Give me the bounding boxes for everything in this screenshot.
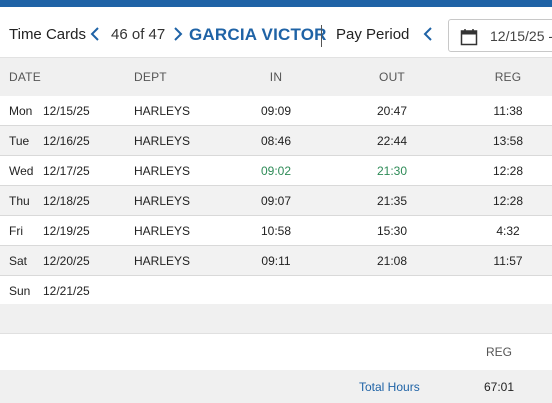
table-spacer bbox=[0, 304, 552, 334]
row-out-time: 20:47 bbox=[376, 104, 408, 118]
row-out-time: 22:44 bbox=[376, 134, 408, 148]
row-out-time: 21:35 bbox=[376, 194, 408, 208]
row-reg-hours: 13:58 bbox=[492, 134, 524, 148]
row-in-time: 09:11 bbox=[261, 254, 291, 268]
row-day: Sat bbox=[9, 254, 28, 268]
total-hours-value: 67:01 bbox=[483, 380, 515, 394]
timecard-rows: Mon 12/15/25 HARLEYS 09:09 20:47 11:38 T… bbox=[0, 96, 552, 306]
row-dept: HARLEYS bbox=[134, 164, 191, 178]
pay-period-label: Pay Period bbox=[336, 26, 410, 43]
next-record-button[interactable] bbox=[170, 24, 186, 44]
pay-period-date-picker[interactable]: 12/15/25 - bbox=[448, 19, 552, 52]
chevron-right-icon bbox=[174, 27, 183, 41]
table-row[interactable]: Wed 12/17/25 HARLEYS 09:02 21:30 12:28 bbox=[0, 156, 552, 186]
row-in-time: 10:58 bbox=[260, 224, 292, 238]
table-row[interactable]: Tue 12/16/25 HARLEYS 08:46 22:44 13:58 bbox=[0, 126, 552, 156]
row-dept: HARLEYS bbox=[134, 104, 191, 118]
row-day: Sun bbox=[9, 284, 31, 298]
row-date: 12/19/25 bbox=[43, 224, 90, 238]
row-reg-hours: 11:38 bbox=[493, 104, 523, 118]
row-dept: HARLEYS bbox=[134, 194, 191, 208]
table-row[interactable]: Sun 12/21/25 bbox=[0, 276, 552, 306]
row-date: 12/16/25 bbox=[43, 134, 90, 148]
totals-header: REG bbox=[0, 334, 552, 370]
top-accent-bar bbox=[0, 0, 552, 7]
totals-column-label: REG bbox=[485, 345, 512, 359]
table-column-header: DATE DEPT IN OUT REG bbox=[0, 57, 552, 96]
row-day: Fri bbox=[9, 224, 23, 238]
employee-name-link[interactable]: GARCIA VICTOR bbox=[189, 25, 327, 45]
record-counter: 46 of 47 bbox=[111, 26, 166, 43]
row-reg-hours: 4:32 bbox=[496, 224, 520, 238]
row-day: Tue bbox=[9, 134, 30, 148]
row-date: 12/15/25 bbox=[43, 104, 90, 118]
total-hours-label: Total Hours bbox=[359, 380, 420, 394]
row-date: 12/17/25 bbox=[43, 164, 90, 178]
column-header-out: OUT bbox=[379, 70, 405, 84]
row-in-time: 09:02 bbox=[260, 164, 292, 178]
row-reg-hours: 11:57 bbox=[493, 254, 523, 268]
row-in-time: 09:09 bbox=[260, 104, 292, 118]
calendar-icon bbox=[460, 29, 478, 46]
table-row[interactable]: Mon 12/15/25 HARLEYS 09:09 20:47 11:38 bbox=[0, 96, 552, 126]
table-row[interactable]: Thu 12/18/25 HARLEYS 09:07 21:35 12:28 bbox=[0, 186, 552, 216]
row-out-time: 21:08 bbox=[376, 254, 408, 268]
row-day: Mon bbox=[9, 104, 33, 118]
column-header-dept: DEPT bbox=[134, 70, 167, 84]
column-header-in: IN bbox=[269, 70, 283, 84]
pay-period-date-value: 12/15/25 - bbox=[490, 28, 552, 44]
row-out-time: 21:30 bbox=[376, 164, 408, 178]
header-divider bbox=[321, 25, 322, 47]
timecard-header: Time Cards 46 of 47 GARCIA VICTOR Pay Pe… bbox=[0, 7, 552, 57]
row-date: 12/21/25 bbox=[43, 284, 90, 298]
row-dept: HARLEYS bbox=[134, 224, 191, 238]
row-dept: HARLEYS bbox=[134, 254, 191, 268]
page-title: Time Cards bbox=[9, 26, 86, 43]
row-reg-hours: 12:28 bbox=[492, 194, 524, 208]
prev-record-button[interactable] bbox=[87, 24, 103, 44]
row-day: Wed bbox=[9, 164, 34, 178]
row-out-time: 15:30 bbox=[376, 224, 408, 238]
totals-row: Total Hours 67:01 bbox=[0, 370, 552, 403]
row-day: Thu bbox=[9, 194, 30, 208]
row-date: 12/18/25 bbox=[43, 194, 90, 208]
row-in-time: 08:46 bbox=[260, 134, 292, 148]
chevron-left-icon bbox=[423, 27, 432, 41]
row-in-time: 09:07 bbox=[260, 194, 292, 208]
row-reg-hours: 12:28 bbox=[492, 164, 524, 178]
table-row[interactable]: Sat 12/20/25 HARLEYS 09:11 21:08 11:57 bbox=[0, 246, 552, 276]
prev-pay-period-button[interactable] bbox=[420, 24, 436, 44]
table-row[interactable]: Fri 12/19/25 HARLEYS 10:58 15:30 4:32 bbox=[0, 216, 552, 246]
row-date: 12/20/25 bbox=[43, 254, 90, 268]
row-dept: HARLEYS bbox=[134, 134, 191, 148]
chevron-left-icon bbox=[90, 27, 99, 41]
column-header-date: DATE bbox=[9, 70, 41, 84]
column-header-reg: REG bbox=[494, 70, 522, 84]
